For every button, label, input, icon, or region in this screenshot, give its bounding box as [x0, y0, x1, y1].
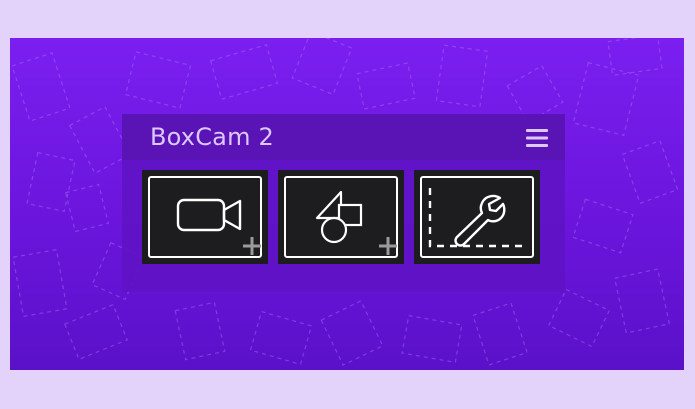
add-camera-button[interactable] [142, 170, 268, 264]
add-shape-button[interactable] [278, 170, 404, 264]
settings-button[interactable] [414, 170, 540, 264]
app-stage: BoxCam 2 [10, 38, 684, 370]
boxcam-panel: BoxCam 2 [122, 114, 565, 292]
plus-icon [243, 237, 261, 255]
hamburger-menu-icon [526, 129, 548, 147]
plus-icon [379, 237, 397, 255]
panel-header: BoxCam 2 [122, 114, 565, 160]
menu-button[interactable] [525, 127, 549, 149]
app-title: BoxCam 2 [150, 123, 274, 151]
dashed-frame-icon [428, 188, 524, 248]
